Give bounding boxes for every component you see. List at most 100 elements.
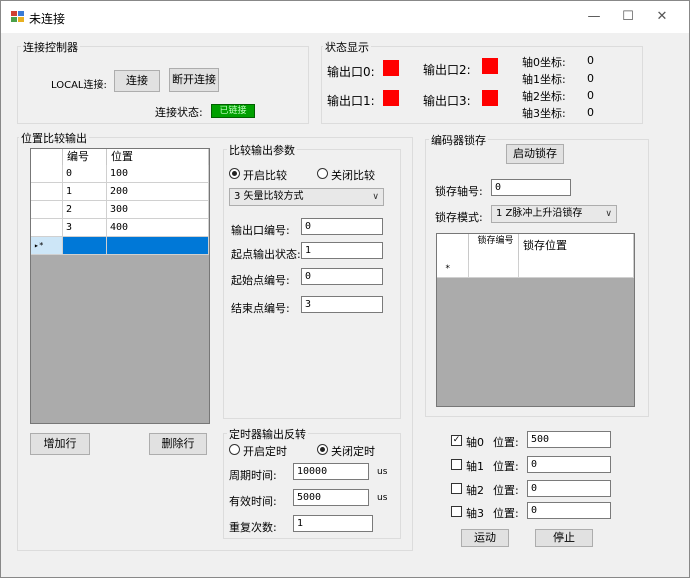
move-button[interactable]: 运动 <box>461 529 509 547</box>
compare-group-label: 位置比较输出 <box>19 130 89 146</box>
axis0-coord-label: 轴0坐标: <box>522 56 566 69</box>
minimize-button[interactable]: — <box>579 7 609 27</box>
axis0-position-label: 位置: <box>493 436 519 449</box>
output1-label: 输出口1: <box>327 94 375 108</box>
start-state-input[interactable]: 1 <box>301 242 383 259</box>
maximize-button[interactable]: ☐ <box>613 7 643 27</box>
output3-indicator <box>482 90 498 106</box>
compare-mode-select[interactable]: 3 矢量比较方式 ∨ <box>229 188 384 206</box>
latch-grid[interactable]: 锁存编号 锁存位置 * <box>436 233 635 407</box>
axis2-coord-label: 轴2坐标: <box>522 90 566 103</box>
axis1-position-input[interactable]: 0 <box>527 456 611 473</box>
connect-state-value: 已链接 <box>211 104 255 118</box>
axis3-checkbox[interactable] <box>451 506 462 517</box>
table-cell[interactable]: 2 <box>63 201 107 219</box>
latch-axis-input[interactable]: 0 <box>491 179 571 196</box>
new-row-cell[interactable] <box>519 260 634 278</box>
disable-timer-label[interactable]: 关闭定时 <box>331 443 375 459</box>
column-header-no[interactable]: 编号 <box>63 149 107 165</box>
start-latch-button[interactable]: 启动锁存 <box>506 144 564 164</box>
close-button[interactable]: ✕ <box>647 7 677 27</box>
column-header-position[interactable]: 位置 <box>107 149 209 165</box>
output2-indicator <box>482 58 498 74</box>
axis0-checkbox[interactable]: ✓ <box>451 435 462 446</box>
chevron-down-icon: ∨ <box>605 209 612 219</box>
latch-group-label: 编码器锁存 <box>429 132 488 148</box>
axis2-position-input[interactable]: 0 <box>527 480 611 497</box>
axis0-position-input[interactable]: 500 <box>527 431 611 448</box>
new-row-cell[interactable] <box>63 237 107 255</box>
output1-indicator <box>383 90 399 106</box>
output0-indicator <box>383 60 399 76</box>
add-row-button[interactable]: 增加行 <box>30 433 90 455</box>
enable-timer-label[interactable]: 开启定时 <box>243 443 287 459</box>
axis2-coord-value: 0 <box>587 89 594 102</box>
table-cell[interactable]: 300 <box>107 201 209 219</box>
disable-compare-radio[interactable] <box>317 168 328 179</box>
axis1-checkbox[interactable] <box>451 459 462 470</box>
stop-button[interactable]: 停止 <box>535 529 593 547</box>
axis1-label[interactable]: 轴1 <box>466 458 484 474</box>
chevron-down-icon: ∨ <box>372 192 379 202</box>
compare-mode-value: 3 矢量比较方式 <box>234 191 304 202</box>
enable-compare-label[interactable]: 开启比较 <box>243 167 287 183</box>
axis1-position-label: 位置: <box>493 460 519 473</box>
title-bar: 未连接 — ☐ ✕ <box>1 1 689 33</box>
start-point-input[interactable]: 0 <box>301 268 383 285</box>
table-cell[interactable]: 400 <box>107 219 209 237</box>
output2-label: 输出口2: <box>423 63 471 77</box>
valid-time-unit: us <box>377 493 388 503</box>
local-connect-label: LOCAL连接: <box>51 80 107 91</box>
new-row-cell[interactable] <box>469 260 519 278</box>
output-no-input[interactable]: 0 <box>301 218 383 235</box>
start-state-label: 起点输出状态: <box>231 248 301 261</box>
enable-timer-radio[interactable] <box>229 444 240 455</box>
start-point-label: 起始点编号: <box>231 274 290 287</box>
window-title: 未连接 <box>29 12 66 26</box>
column-header-latch-no[interactable]: 锁存编号 <box>469 234 519 260</box>
end-point-label: 结束点编号: <box>231 302 290 315</box>
table-cell[interactable]: 0 <box>63 165 107 183</box>
axis3-position-label: 位置: <box>493 507 519 520</box>
row-header[interactable] <box>31 201 63 219</box>
disable-compare-label[interactable]: 关闭比较 <box>331 167 375 183</box>
axis3-coord-label: 轴3坐标: <box>522 107 566 120</box>
valid-time-input[interactable]: 5000 <box>293 489 369 506</box>
table-cell[interactable]: 3 <box>63 219 107 237</box>
axis3-position-input[interactable]: 0 <box>527 502 611 519</box>
disable-timer-radio[interactable] <box>317 444 328 455</box>
disconnect-button[interactable]: 断开连接 <box>169 68 219 92</box>
axis2-checkbox[interactable] <box>451 483 462 494</box>
table-cell[interactable]: 200 <box>107 183 209 201</box>
period-input[interactable]: 10000 <box>293 463 369 480</box>
main-window: 未连接 — ☐ ✕ 连接控制器 LOCAL连接: 连接 断开连接 连接状态: 已… <box>0 0 690 578</box>
axis2-position-label: 位置: <box>493 484 519 497</box>
axis3-label[interactable]: 轴3 <box>466 505 484 521</box>
new-row-header[interactable]: ▸* <box>31 237 63 255</box>
table-cell[interactable]: 100 <box>107 165 209 183</box>
connect-state-label: 连接状态: <box>155 106 203 119</box>
new-row-cell[interactable] <box>107 237 209 255</box>
compare-params-label: 比较输出参数 <box>227 142 297 158</box>
axis2-label[interactable]: 轴2 <box>466 482 484 498</box>
delete-row-button[interactable]: 删除行 <box>149 433 207 455</box>
row-header[interactable] <box>31 183 63 201</box>
axis0-label[interactable]: 轴0 <box>466 434 484 450</box>
connect-button[interactable]: 连接 <box>114 70 160 92</box>
connect-group-label: 连接控制器 <box>21 39 80 55</box>
axis0-coord-value: 0 <box>587 54 594 67</box>
row-header[interactable] <box>31 165 63 183</box>
axis3-coord-value: 0 <box>587 106 594 119</box>
grid-corner <box>31 149 63 165</box>
compare-grid[interactable]: 编号 位置 0 100 1 200 2 300 3 400 ▸* <box>30 148 210 424</box>
repeat-input[interactable]: 1 <box>293 515 373 532</box>
latch-mode-select[interactable]: 1 Z脉冲上升沿锁存 ∨ <box>491 205 617 223</box>
new-row-header[interactable]: * <box>437 260 469 278</box>
enable-compare-radio[interactable] <box>229 168 240 179</box>
table-cell[interactable]: 1 <box>63 183 107 201</box>
row-header[interactable] <box>31 219 63 237</box>
end-point-input[interactable]: 3 <box>301 296 383 313</box>
grid-corner <box>437 234 469 260</box>
column-header-latch-position[interactable]: 锁存位置 <box>519 234 634 260</box>
latch-axis-label: 锁存轴号: <box>435 185 483 198</box>
